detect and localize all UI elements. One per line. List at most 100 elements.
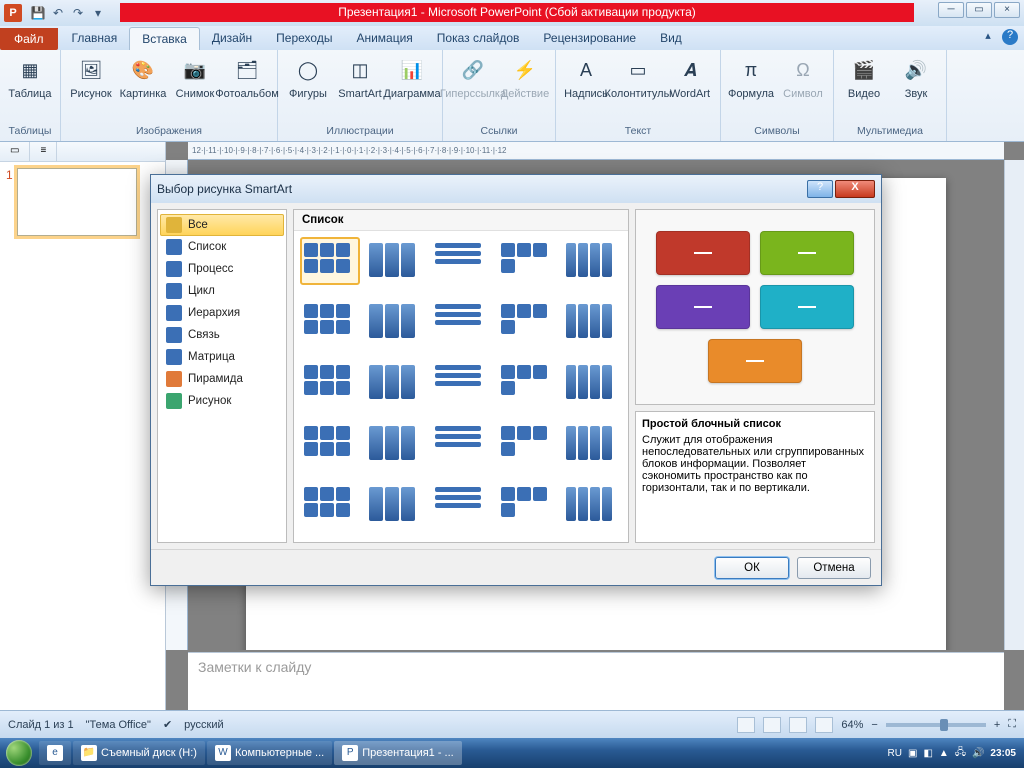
layout-option[interactable]	[431, 481, 491, 529]
outline-tab[interactable]: ≡	[30, 142, 57, 161]
layout-option[interactable]	[431, 237, 491, 285]
layout-option[interactable]	[562, 420, 622, 468]
layout-option[interactable]	[431, 359, 491, 407]
redo-icon[interactable]: ↷	[70, 5, 86, 21]
save-icon[interactable]: 💾	[30, 5, 46, 21]
language-indicator[interactable]: русский	[184, 719, 223, 731]
ribbon-tab-дизайн[interactable]: Дизайн	[200, 27, 264, 50]
dialog-close-button[interactable]: X	[835, 180, 875, 198]
tray-icon[interactable]: ▣	[908, 748, 917, 759]
category-list[interactable]: Список	[160, 236, 284, 258]
layout-option[interactable]	[497, 298, 557, 346]
category-process[interactable]: Процесс	[160, 258, 284, 280]
headerfooter-button[interactable]: ▭Колонтитулы	[614, 52, 662, 100]
layout-option[interactable]	[300, 298, 360, 346]
table-button[interactable]: ▦Таблица	[6, 52, 54, 100]
close-button[interactable]: ×	[994, 2, 1020, 18]
shapes-button[interactable]: ◯Фигуры	[284, 52, 332, 100]
category-hierarchy[interactable]: Иерархия	[160, 302, 284, 324]
maximize-button[interactable]: ▭	[966, 2, 992, 18]
layout-option[interactable]	[562, 481, 622, 529]
screenshot-button[interactable]: 📷Снимок	[171, 52, 219, 100]
taskbar-item-powerpoint[interactable]: PПрезентация1 - ...	[334, 741, 462, 765]
smartart-button[interactable]: ◫SmartArt	[336, 52, 384, 100]
taskbar-item-word[interactable]: WКомпьютерные ...	[207, 741, 332, 765]
textbox-button[interactable]: AНадпись	[562, 52, 610, 100]
zoom-in-button[interactable]: +	[994, 719, 1000, 731]
vertical-scrollbar[interactable]	[1004, 160, 1024, 650]
taskbar-item-ie[interactable]: e	[39, 741, 71, 765]
dialog-titlebar[interactable]: Выбор рисунка SmartArt ? X	[151, 175, 881, 203]
dialog-help-button[interactable]: ?	[807, 180, 833, 198]
layout-option[interactable]	[562, 359, 622, 407]
ribbon-tab-анимация[interactable]: Анимация	[344, 27, 424, 50]
category-matrix[interactable]: Матрица	[160, 346, 284, 368]
slide-thumbnail[interactable]: 1	[6, 168, 159, 236]
ribbon-tab-вставка[interactable]: Вставка	[129, 27, 200, 50]
ribbon-collapse-icon[interactable]: ▴	[980, 29, 996, 45]
group-label: Символы	[754, 125, 799, 141]
layout-option[interactable]	[300, 420, 360, 468]
layout-option[interactable]	[497, 481, 557, 529]
slides-tab[interactable]: ▭	[0, 142, 30, 161]
layout-option[interactable]	[497, 359, 557, 407]
category-relationship[interactable]: Связь	[160, 324, 284, 346]
category-cycle[interactable]: Цикл	[160, 280, 284, 302]
layout-option[interactable]	[300, 237, 360, 285]
category-pyramid[interactable]: Пирамида	[160, 368, 284, 390]
tray-network-icon[interactable]: 🖧	[955, 745, 966, 762]
ribbon-tab-главная[interactable]: Главная	[60, 27, 130, 50]
category-picture[interactable]: Рисунок	[160, 390, 284, 412]
tray-icon[interactable]: ◧	[923, 748, 932, 759]
undo-icon[interactable]: ↶	[50, 5, 66, 21]
zoom-level[interactable]: 64%	[841, 719, 863, 731]
layout-option[interactable]	[300, 481, 360, 529]
layout-option[interactable]	[366, 298, 426, 346]
picture-button[interactable]: 🖼Рисунок	[67, 52, 115, 100]
audio-button[interactable]: 🔊Звук	[892, 52, 940, 100]
layout-option[interactable]	[366, 481, 426, 529]
clipart-button[interactable]: 🎨Картинка	[119, 52, 167, 100]
slideshow-view-button[interactable]	[815, 717, 833, 733]
tray-volume-icon[interactable]: 🔊	[972, 748, 984, 759]
ribbon-tab-вид[interactable]: Вид	[648, 27, 694, 50]
clock[interactable]: 23:05	[990, 748, 1016, 759]
layout-option[interactable]	[562, 237, 622, 285]
equation-button[interactable]: πФормула	[727, 52, 775, 100]
reading-view-button[interactable]	[789, 717, 807, 733]
layout-option[interactable]	[366, 359, 426, 407]
layout-option[interactable]	[497, 420, 557, 468]
photoalbum-button[interactable]: 🗂Фотоальбом	[223, 52, 271, 100]
cancel-button[interactable]: Отмена	[797, 557, 871, 579]
taskbar-item-removable[interactable]: 📁Съемный диск (H:)	[73, 741, 205, 765]
fit-window-button[interactable]: ⛶	[1008, 718, 1016, 731]
zoom-out-button[interactable]: −	[871, 719, 877, 731]
wordart-button[interactable]: 𝑨WordArt	[666, 52, 714, 100]
ribbon-tab-рецензирование[interactable]: Рецензирование	[531, 27, 648, 50]
minimize-button[interactable]: ─	[938, 2, 964, 18]
spellcheck-icon[interactable]: ✔	[163, 718, 172, 731]
video-button[interactable]: 🎬Видео	[840, 52, 888, 100]
layout-option[interactable]	[562, 298, 622, 346]
layout-option[interactable]	[431, 420, 491, 468]
layout-option[interactable]	[497, 237, 557, 285]
layout-option[interactable]	[366, 237, 426, 285]
tray-icon[interactable]: ▲	[939, 748, 949, 759]
sorter-view-button[interactable]	[763, 717, 781, 733]
ribbon-tab-показ слайдов[interactable]: Показ слайдов	[425, 27, 532, 50]
category-all[interactable]: Все	[160, 214, 284, 236]
notes-pane[interactable]: Заметки к слайду	[188, 652, 1004, 710]
help-icon[interactable]: ?	[1002, 29, 1018, 45]
layout-option[interactable]	[366, 420, 426, 468]
chart-button[interactable]: 📊Диаграмма	[388, 52, 436, 100]
ok-button[interactable]: ОК	[715, 557, 789, 579]
normal-view-button[interactable]	[737, 717, 755, 733]
layout-option[interactable]	[431, 298, 491, 346]
zoom-slider[interactable]	[886, 723, 986, 727]
tray-lang[interactable]: RU	[888, 748, 902, 759]
start-button[interactable]	[0, 738, 38, 768]
ribbon-tab-переходы[interactable]: Переходы	[264, 27, 344, 50]
layout-option[interactable]	[300, 359, 360, 407]
file-tab[interactable]: Файл	[0, 28, 58, 50]
qat-more-icon[interactable]: ▾	[90, 5, 106, 21]
